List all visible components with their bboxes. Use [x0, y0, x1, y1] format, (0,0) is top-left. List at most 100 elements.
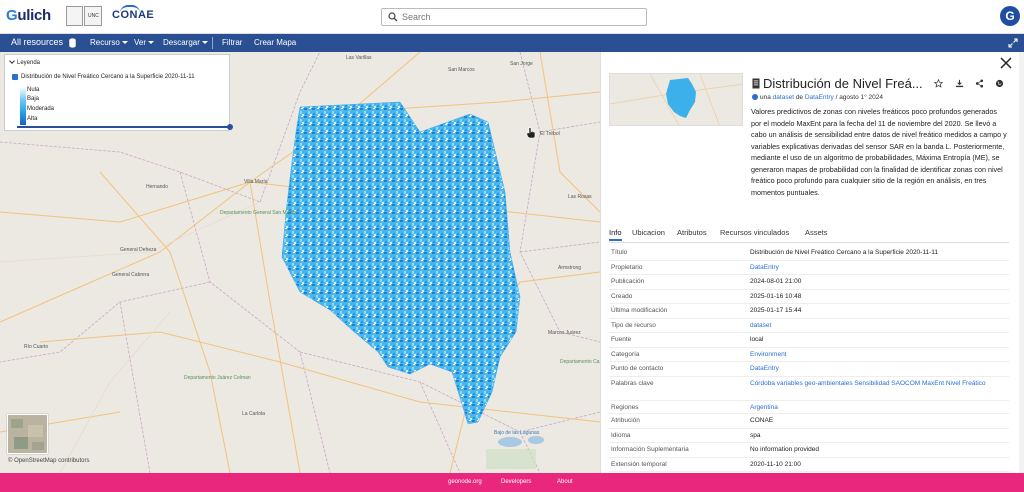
info-row-value[interactable]: Argentina — [750, 403, 1000, 412]
footer-developers-link[interactable]: Developers — [501, 479, 531, 485]
download-icon[interactable] — [955, 79, 964, 88]
owner-avatar-icon — [752, 94, 758, 100]
place-label: La Carlota — [242, 411, 266, 417]
info-row-key: Idioma — [611, 431, 631, 439]
opacity-slider-track[interactable] — [17, 126, 232, 128]
info-row-value[interactable]: Córdoba variables geo-ambientales Sensib… — [750, 379, 1000, 388]
database-icon — [69, 38, 76, 48]
place-label: Marcos Juárez — [548, 330, 581, 336]
descargar-menu[interactable]: Descargar — [163, 38, 208, 47]
tab-recursos-vinculados[interactable]: Recursos vinculados — [720, 228, 789, 237]
info-row-value[interactable]: DataEntry — [750, 364, 1000, 373]
globe-icon[interactable] — [995, 79, 1004, 88]
close-icon[interactable] — [999, 56, 1013, 70]
info-row-value[interactable]: Environment — [750, 350, 1000, 359]
conae-logo: CONAE — [112, 9, 155, 21]
info-row-value: 2025-01-16 10:48 — [750, 292, 802, 300]
info-row: Categoría Environment — [609, 348, 1009, 362]
all-resources-link[interactable]: All resources — [11, 37, 63, 47]
search-input[interactable] — [402, 10, 642, 24]
fullscreen-icon[interactable] — [1008, 38, 1018, 48]
byline-de: de — [795, 94, 804, 101]
place-label: San Marcos — [448, 67, 475, 73]
place-label: Armstrong — [558, 265, 582, 271]
resource-type-link[interactable]: dataset — [773, 94, 794, 101]
info-row-key: Información Suplementaria — [611, 446, 689, 453]
info-row: Información Suplementaria No information … — [609, 443, 1009, 458]
info-row-key: Categoría — [611, 350, 640, 358]
legend-layer-name: Distribución de Nivel Freático Cercano a… — [21, 74, 195, 80]
tab-ubicacion[interactable]: Ubicacion — [632, 228, 665, 237]
owner-link[interactable]: DataEntry — [805, 94, 834, 101]
resource-thumbnail[interactable] — [609, 73, 743, 126]
footer-about-link[interactable]: About — [557, 479, 573, 485]
place-label: Hernando — [146, 184, 168, 190]
place-label: San Jorge — [510, 61, 533, 67]
legend-panel: Leyenda Distribución de Nivel Freático C… — [4, 54, 233, 131]
legend-header[interactable]: Leyenda — [9, 58, 41, 66]
legend-class-label: Nula — [27, 87, 40, 93]
place-label: El Trébol — [540, 131, 560, 137]
info-row-value[interactable]: dataset — [750, 321, 1000, 330]
search-box[interactable] — [381, 8, 647, 26]
info-row-key: Última modificación — [611, 307, 668, 314]
raster-layer — [281, 101, 521, 425]
footer-geonode-link[interactable]: geonode.org — [448, 479, 482, 485]
resource-byline: una dataset de DataEntry / agosto 1° 202… — [752, 94, 883, 101]
resource-toolbar: All resources Recurso Ver Descargar Filt… — [0, 34, 1024, 52]
filtrar-button[interactable]: Filtrar — [222, 38, 242, 47]
info-row-key: Extensión temporal — [611, 460, 667, 468]
tab-info[interactable]: Info — [609, 228, 622, 241]
favorite-star-icon[interactable] — [934, 79, 943, 88]
satellite-thumbnail-icon — [8, 415, 47, 453]
user-avatar[interactable]: G — [1000, 6, 1020, 26]
info-row-key: Fuente — [611, 336, 632, 343]
publish-date: / agosto 1° 2024 — [835, 94, 883, 101]
ver-menu[interactable]: Ver — [134, 38, 155, 47]
unc-seal-icon — [66, 6, 83, 26]
layer-checkbox[interactable] — [12, 74, 18, 80]
info-row: Extensión temporal 2020-11-10 21:00 — [609, 458, 1009, 472]
panel-scrollbar[interactable] — [1019, 52, 1024, 473]
recurso-menu[interactable]: Recurso — [90, 38, 128, 47]
info-row-key: Título — [611, 249, 628, 256]
byline-prefix: una — [760, 94, 771, 101]
department-label: Departamento Caseros — [560, 359, 600, 365]
info-row-value[interactable]: DataEntry — [750, 263, 1000, 272]
chevron-down-icon — [9, 58, 15, 64]
info-row: Propietario DataEntry — [609, 261, 1009, 275]
share-icon[interactable] — [975, 79, 984, 88]
info-row: Regiones Argentina — [609, 401, 1009, 414]
legend-title: Leyenda — [17, 60, 41, 66]
info-row-key: Punto de contacto — [611, 365, 664, 372]
info-row-key: Creado — [611, 292, 633, 300]
resource-description: Valores predictivos de zonas con niveles… — [751, 107, 1007, 197]
info-row: Título Distribución de Nivel Freático Cer… — [609, 246, 1009, 261]
chevron-down-icon — [148, 41, 155, 45]
crear-mapa-button[interactable]: Crear Mapa — [254, 38, 296, 47]
info-row: Palabras clave Córdoba variables geo-ambi… — [609, 377, 1009, 401]
tab-assets[interactable]: Assets — [805, 228, 828, 237]
info-row-value: 2025-01-17 15:44 — [750, 307, 802, 314]
tabs-divider — [609, 242, 1009, 243]
legend-class-label: Baja — [27, 96, 40, 102]
legend-color-ramp — [20, 87, 26, 125]
footer: geonode.org Developers About — [0, 473, 1024, 492]
legend-class-label: Alta — [27, 116, 38, 122]
dataset-icon — [752, 78, 760, 89]
basemap-switcher[interactable] — [7, 414, 48, 454]
top-header: Gulich UNC CONAE G — [0, 0, 1024, 34]
resource-title: Distribución de Nivel Freá... — [763, 76, 923, 91]
recurso-label: Recurso — [90, 38, 120, 47]
info-row: Última modificación 2025-01-17 15:44 — [609, 304, 1009, 319]
tab-atributos[interactable]: Atributos — [677, 228, 707, 237]
place-label: Las Rosas — [568, 194, 592, 200]
info-row-value: local — [750, 336, 764, 343]
gulich-logo[interactable]: Gulich — [6, 7, 51, 24]
place-label: Río Cuarto — [24, 344, 49, 350]
opacity-slider-handle[interactable] — [227, 124, 233, 130]
place-label: General Cabrera — [112, 272, 150, 278]
resource-detail-panel: Distribución de Nivel Freá... una datase… — [600, 52, 1019, 473]
map-attribution[interactable]: © OpenStreetMap contributors — [8, 458, 89, 464]
unc-logo-text: UNC — [88, 13, 99, 19]
